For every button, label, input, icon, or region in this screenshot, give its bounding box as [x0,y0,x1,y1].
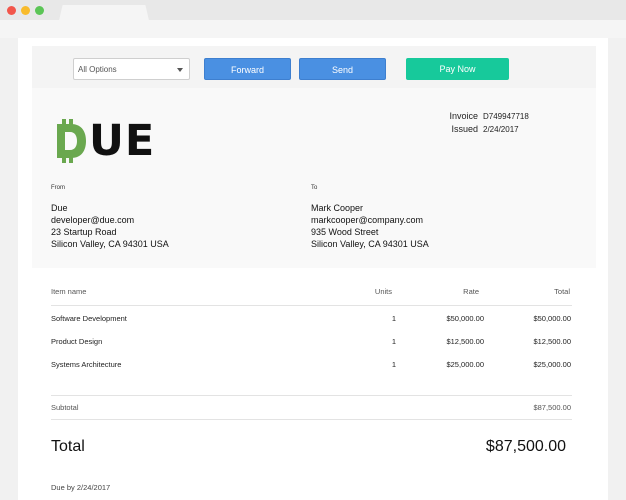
chevron-down-icon [177,68,183,72]
subtotal-divider [51,419,572,420]
row-item-name: Product Design [51,337,103,346]
subtotal-value: $87,500.00 [533,403,571,412]
logo-wordmark: UE [89,116,156,166]
column-header-units: Units [374,287,392,296]
to-city: Silicon Valley, CA 94301 USA [311,239,429,249]
column-header-total: Total [554,287,570,296]
invoice-number: D749947718 [483,112,529,121]
row-total: $12,500.00 [533,337,571,346]
row-rate: $25,000.00 [446,360,484,369]
header-divider [51,305,572,306]
from-label: From [51,185,65,191]
total-value: $87,500.00 [485,438,566,455]
row-units: 1 [391,314,396,323]
issued-date: 2/24/2017 [483,125,519,134]
to-block: To Mark Cooper markcooper@company.com 93… [311,182,429,250]
total-label: Total [51,438,85,455]
issued-label: Issued [451,124,478,134]
column-header-rate: Rate [463,287,479,296]
to-label: To [311,185,318,191]
row-item-name: Systems Architecture [51,360,122,369]
from-block: From Due developer@due.com 23 Startup Ro… [51,182,169,250]
to-street: 935 Wood Street [311,227,379,237]
row-units: 1 [391,360,396,369]
subtotal-label: Subtotal [51,403,79,412]
options-select[interactable]: All Options [73,58,190,80]
row-rate: $12,500.00 [446,337,484,346]
browser-chrome [0,0,626,38]
window-maximize-dot[interactable] [35,6,44,15]
options-select-value: All Options [78,65,117,74]
forward-button[interactable]: Forward [204,58,291,80]
from-name: Due [51,203,68,213]
from-street: 23 Startup Road [51,227,117,237]
from-city: Silicon Valley, CA 94301 USA [51,239,169,249]
items-divider [51,395,572,396]
row-units: 1 [391,337,396,346]
to-name: Mark Cooper [311,203,364,213]
bitcoin-d-logo-icon [57,119,86,163]
row-rate: $50,000.00 [446,314,484,323]
to-email: markcooper@company.com [311,215,424,225]
window-close-dot[interactable] [7,6,16,15]
row-total: $50,000.00 [533,314,571,323]
pay-now-button[interactable]: Pay Now [406,58,509,80]
invoice-number-label: Invoice [449,111,478,121]
row-item-name: Software Development [51,314,127,323]
due-logo: UE [55,118,155,164]
column-header-item: Item name [51,287,87,296]
browser-toolbar-strip [0,20,626,38]
from-email: developer@due.com [51,215,135,225]
window-minimize-dot[interactable] [21,6,30,15]
send-button[interactable]: Send [299,58,386,80]
due-date-text: Due by 2/24/2017 [51,483,111,492]
row-total: $25,000.00 [533,360,571,369]
